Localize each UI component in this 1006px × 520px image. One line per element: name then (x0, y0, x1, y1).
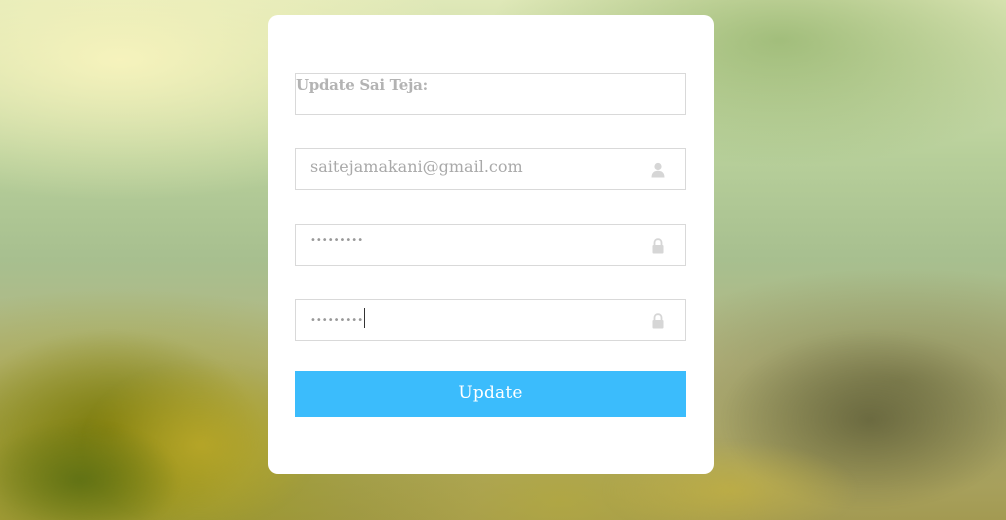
lock-icon (652, 238, 664, 254)
password-value: ••••••••• (310, 235, 364, 246)
heading-box: Update Sai Teja: (295, 73, 686, 115)
confirm-password-value: ••••••••• (310, 308, 366, 330)
lock-icon (652, 313, 664, 329)
update-button[interactable]: Update (295, 371, 686, 417)
email-value: saitejamakani@gmail.com (310, 157, 523, 176)
password-field[interactable]: ••••••••• (295, 224, 686, 266)
confirm-password-field[interactable]: ••••••••• (295, 299, 686, 341)
text-caret (364, 308, 366, 328)
confirm-password-text: ••••••••• (310, 315, 364, 326)
form-heading: Update Sai Teja: (296, 76, 428, 94)
update-form-card: Update Sai Teja: saitejamakani@gmail.com… (268, 15, 714, 474)
user-icon (651, 162, 665, 178)
email-field[interactable]: saitejamakani@gmail.com (295, 148, 686, 190)
